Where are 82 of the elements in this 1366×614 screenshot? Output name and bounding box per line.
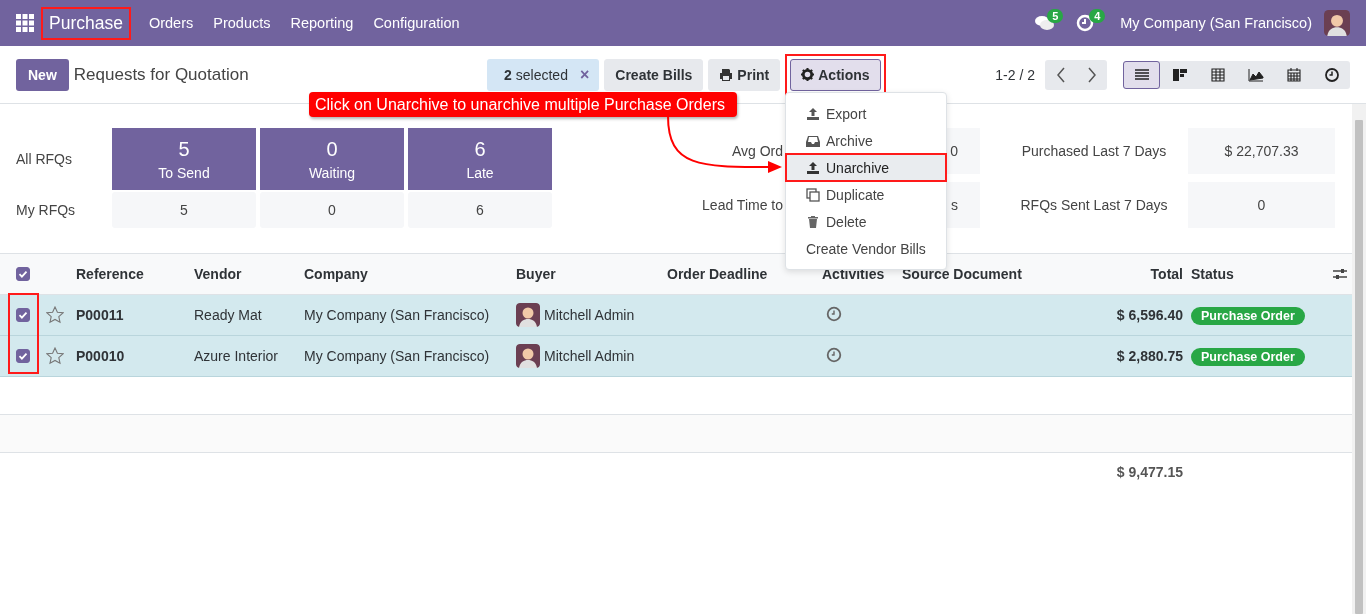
column-header[interactable]: Activities: [822, 266, 885, 282]
stat-value: $ 22,707.33: [1224, 143, 1299, 159]
stat-label: Avg Ord: [731, 143, 783, 159]
row-label: All RFQs: [16, 150, 73, 169]
menu-item[interactable]: Duplicate: [786, 181, 946, 208]
selection-indicator: 2 selected ×: [487, 58, 600, 91]
row-label: My RFQs: [16, 201, 77, 220]
menu-item[interactable]: Unarchive: [786, 154, 946, 181]
gear-icon: [801, 68, 815, 81]
column-header[interactable]: Order Deadline: [667, 266, 768, 282]
status-badge: Purchase Order: [1191, 348, 1305, 366]
stat-cell[interactable]: 5: [112, 192, 256, 228]
notification-badge: 5: [1047, 9, 1064, 23]
table-cell: My Company (San Francisco): [304, 348, 490, 364]
stat-tile[interactable]: 6 Late: [408, 128, 552, 190]
checkbox[interactable]: [16, 308, 30, 322]
column-header[interactable]: Status: [1191, 266, 1234, 282]
avatar-icon: [516, 344, 540, 368]
table-cell: Mitchell Admin: [544, 348, 635, 364]
copy-icon: [806, 187, 820, 202]
company-switcher[interactable]: My Company (San Francisco): [1120, 15, 1312, 31]
menu-item[interactable]: Products: [203, 15, 281, 31]
actions-button[interactable]: Actions: [790, 58, 881, 91]
upload-icon: [806, 160, 820, 175]
table-cell: Mitchell Admin: [544, 307, 635, 323]
column-header[interactable]: Reference: [76, 266, 144, 282]
list-view-icon[interactable]: [1123, 60, 1160, 89]
stat-label: Purchased Last 7 Days: [1021, 143, 1167, 159]
clear-selection-button[interactable]: ×: [579, 65, 590, 84]
app-name[interactable]: Purchase: [43, 8, 129, 38]
table-cell: $ 6,596.40: [1116, 307, 1183, 323]
scrollbar[interactable]: [1352, 104, 1366, 614]
column-header[interactable]: Source Document: [902, 266, 1022, 282]
column-header[interactable]: Buyer: [516, 266, 556, 282]
apps-menu-icon[interactable]: [16, 14, 34, 32]
column-header[interactable]: Vendor: [194, 266, 242, 282]
table-cell: P00010: [76, 348, 125, 364]
total-sum: $ 9,477.15: [1116, 464, 1183, 480]
star-icon[interactable]: [46, 306, 64, 324]
table-cell: My Company (San Francisco): [304, 307, 490, 323]
printer-icon: [719, 67, 734, 82]
annotation-callout: Click on Unarchive to unarchive multiple Purchase Orders: [309, 92, 737, 117]
checkbox[interactable]: [16, 349, 30, 363]
page-title: Requests for Quotation: [73, 64, 249, 85]
stat-value: 0: [950, 143, 958, 159]
menu-item[interactable]: Archive: [786, 127, 946, 154]
column-header[interactable]: Company: [304, 266, 368, 282]
upload-icon: [806, 106, 820, 121]
table-cell: P00011: [76, 307, 124, 323]
menu-item[interactable]: Delete: [786, 208, 946, 235]
settings-icon[interactable]: [1332, 267, 1348, 281]
stat-cell[interactable]: 0: [260, 192, 404, 228]
avatar-icon: [516, 303, 540, 327]
notification-badge: 4: [1089, 9, 1106, 23]
avatar-icon: [1324, 10, 1350, 36]
chevron-left-icon: [1055, 66, 1066, 83]
table-cell: Ready Mat: [194, 307, 262, 323]
new-button[interactable]: New: [16, 58, 69, 91]
table-cell: Azure Interior: [194, 348, 279, 364]
menu-item[interactable]: Create Vendor Bills: [786, 235, 946, 262]
status-badge: Purchase Order: [1191, 307, 1305, 325]
create-bills-button[interactable]: Create Bills: [604, 58, 704, 91]
stat-tile[interactable]: 5 To Send: [112, 128, 256, 190]
inbox-icon: [806, 133, 820, 148]
stat-value: 0: [1257, 197, 1266, 213]
menu-item[interactable]: Export: [786, 100, 946, 127]
stat-cell[interactable]: 6: [408, 192, 552, 228]
stat-label: Lead Time to: [702, 197, 783, 213]
stat-tile[interactable]: 0 Waiting: [260, 128, 404, 190]
column-header[interactable]: Total: [1150, 266, 1183, 282]
menu-item[interactable]: Orders: [138, 15, 204, 31]
star-icon[interactable]: [46, 347, 64, 365]
menu-item[interactable]: Reporting: [280, 15, 364, 31]
menu-item[interactable]: Configuration: [363, 15, 470, 31]
chevron-right-icon: [1086, 66, 1097, 83]
pager-value: 1-2 / 2: [995, 66, 1035, 83]
trash-icon: [806, 214, 820, 229]
stat-label: RFQs Sent Last 7 Days: [1020, 197, 1168, 213]
print-button[interactable]: Print: [708, 58, 781, 91]
table-cell: $ 2,880.75: [1116, 348, 1183, 364]
checkbox[interactable]: [16, 267, 30, 281]
stat-value: s: [951, 197, 958, 213]
